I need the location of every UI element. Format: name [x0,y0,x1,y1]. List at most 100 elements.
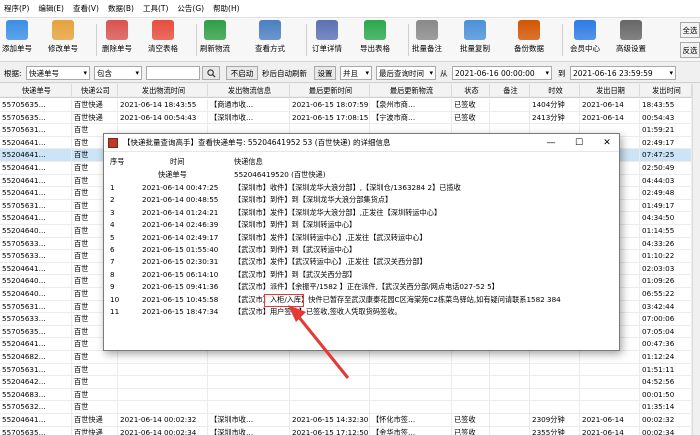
table-cell [290,388,370,402]
toolbar-button-6[interactable]: 查看方式 [255,20,285,60]
filter-field-select[interactable]: 快递单号 [26,66,90,80]
column-header[interactable]: 发出日期 [580,84,640,97]
toolbar-button-9[interactable]: 批量备注 [412,20,442,60]
select-all-button[interactable]: 全选 [680,22,700,38]
table-cell: 2021-06-14 00:02:32 [118,414,208,427]
table-cell: 55204641… [0,162,72,175]
column-header[interactable]: 发出物流信息 [208,84,290,97]
event-info: 【武汉市】到件】到【武汉转运中心】 [234,245,357,254]
gear-icon [620,20,642,40]
table-cell: 2021-06-14 [580,414,640,427]
table-row[interactable]: 55705632… 百世 01:35:14 [0,401,700,414]
filter-mode-select[interactable]: 包含 [94,66,142,80]
auto-refresh-label: 秒后自动刷新 [262,69,307,78]
view-mode-icon [259,20,281,40]
search-button[interactable] [202,66,220,80]
table-cell [452,351,490,364]
toolbar-button-11[interactable]: 备份数据 [514,20,544,60]
toolbar-separator [306,24,307,56]
column-header[interactable]: 发出时间 [640,84,692,97]
table-cell [370,401,452,414]
column-header[interactable]: 发出物流时间 [118,84,208,97]
and-mode-select[interactable]: 并且 [340,66,372,80]
no-start-button[interactable]: 不启动 [226,66,258,80]
toolbar-button-1[interactable]: 添加单号 [2,20,32,60]
tracking-event-row[interactable]: 8 2021-06-15 06:14:10 【武汉市】到件】到【武汉关西分部】 [106,269,617,281]
table-cell: 02:49:48 [640,187,692,200]
table-cell: 55204641… [0,262,72,276]
table-cell [208,401,290,414]
tracking-event-row[interactable]: 5 2021-06-14 02:49:17 【深圳市】发件】【深圳转运中心】,正发往… [106,232,617,244]
menu-program[interactable]: 程序(P) [4,3,29,14]
dialog-titlebar[interactable]: 【快递批量查询高手】查看快递单号: 55204641952 53 (百世快递) … [104,134,619,152]
table-row[interactable]: 55204682… 百世 01:12:24 [0,351,700,364]
date-from-picker[interactable]: 2021-06-16 00:00:00 [452,66,552,80]
menu-tools[interactable]: 工具(T) [143,3,168,14]
event-time: 2021-06-15 02:30:31 [142,257,219,267]
toolbar-button-7[interactable]: 订单详情 [312,20,342,60]
toolbar-button-8[interactable]: 导出表格 [360,20,390,60]
tracking-event-row[interactable]: 3 2021-06-14 01:24:21 【深圳市】发件】【深圳龙华大浪分部】,正… [106,207,617,219]
vertical-scrollbar[interactable] [692,84,700,435]
tracking-event-row[interactable]: 2 2021-06-14 00:48:55 【深圳市】到件】到【深圳龙华大浪分部集货… [106,194,617,206]
menu-data[interactable]: 数据(B) [108,3,134,14]
time-field-select[interactable]: 最后查询时间 [376,66,436,80]
maximize-button[interactable]: ☐ [568,136,590,150]
tracking-event-row[interactable]: 11 2021-06-15 18:47:34 【武汉市】用户签收】已签收,签收人凭取… [106,306,617,318]
table-row[interactable]: 55204641… 百世快递 2021-06-14 00:02:32 【深圳市收… 20… [0,414,700,427]
menu-help[interactable]: 帮助(H) [213,3,240,14]
table-cell: 00:01:50 [640,388,692,402]
menu-view[interactable]: 查看(V) [73,3,99,14]
toolbar-button-4[interactable]: 清空表格 [148,20,178,60]
close-button[interactable]: ✕ [596,136,618,150]
table-row[interactable]: 55705635… 百世快递 2021-06-14 00:02:34 【深圳市收… 20… [0,426,700,435]
table-cell: 2021-06-15 18:07:59 [290,99,370,112]
table-cell: 00:47:36 [640,338,692,351]
menu-edit[interactable]: 编辑(E) [38,3,64,14]
tracking-event-row[interactable]: 1 2021-06-14 00:47:25 【深圳市】收件】【深圳龙华大浪分部】,【… [106,182,617,194]
toolbar-button-5[interactable]: 刷新物流 [200,20,230,60]
table-cell: 04:33:26 [640,237,692,251]
column-header[interactable]: 快递公司 [72,84,118,97]
highlight-box [264,294,304,307]
toolbar-button-13[interactable]: 高级设置 [616,20,646,60]
table-cell: 百世快递 [72,99,118,112]
table-row[interactable]: 55705631… 百世 01:51:11 [0,363,700,377]
table-cell: 55204640… [0,225,72,238]
table-cell: 04:44:03 [640,174,692,188]
invert-select-button[interactable]: 反选 [680,42,700,58]
table-row[interactable]: 55705635… 百世快递 2021-06-14 18:43:55 【商通市收… 20… [0,99,700,112]
column-header[interactable]: 状态 [452,84,490,97]
column-header[interactable]: 时效 [530,84,580,97]
minimize-button[interactable]: — [540,136,562,150]
toolbar-button-12[interactable]: 会员中心 [570,20,600,60]
table-cell: 55204641… [0,136,72,150]
column-header[interactable]: 快递单号 [0,84,72,97]
tracking-event-row[interactable]: 10 2021-06-15 10:45:58 【武汉市】入柜/入库】快件已暂存至武汉… [106,294,617,306]
toolbar-button-label: 高级设置 [616,44,646,53]
table-cell: 【怀化市签… [370,414,452,427]
table-cell [452,388,490,402]
search-input[interactable] [146,66,200,80]
column-header[interactable]: 最后更新物流 [370,84,452,97]
table-cell: 04:34:50 [640,212,692,225]
tracking-event-row[interactable]: 6 2021-06-15 01:55:40 【武汉市】到件】到【武汉转运中心】 [106,244,617,256]
table-cell [490,351,530,364]
toolbar-button-2[interactable]: 修改单号 [48,20,78,60]
table-cell: 55705633… [0,250,72,263]
tracking-event-row[interactable]: 9 2021-06-15 09:41:36 【武汉市】派件】【余振平/1582 】正… [106,281,617,293]
table-row[interactable]: 55204683… 百世 00:01:50 [0,388,700,402]
table-cell: 55705631… [0,199,72,213]
column-header[interactable]: 备注 [490,84,530,97]
tracking-event-row[interactable]: 4 2021-06-14 02:46:39 【深圳市】到件】到【深圳转运中心】 [106,219,617,231]
tracking-event-row[interactable]: 7 2021-06-15 02:30:31 【武汉市】发件】【武汉转运中心】,正发往… [106,256,617,268]
toolbar-button-3[interactable]: 删除单号 [102,20,132,60]
table-row[interactable]: 55705635… 百世快递 2021-06-14 00:54:43 【深圳市收… 20… [0,111,700,125]
menu-notice[interactable]: 公告(G) [177,3,204,14]
column-header[interactable]: 最后更新时间 [290,84,370,97]
toolbar-button-10[interactable]: 批量复制 [460,20,490,60]
table-row[interactable]: 55204642… 百世 04:52:56 [0,376,700,389]
settings-button[interactable]: 设置 [314,66,336,80]
table-cell: 00:02:34 [640,426,692,435]
date-to-picker[interactable]: 2021-06-16 23:59:59 [570,66,676,80]
